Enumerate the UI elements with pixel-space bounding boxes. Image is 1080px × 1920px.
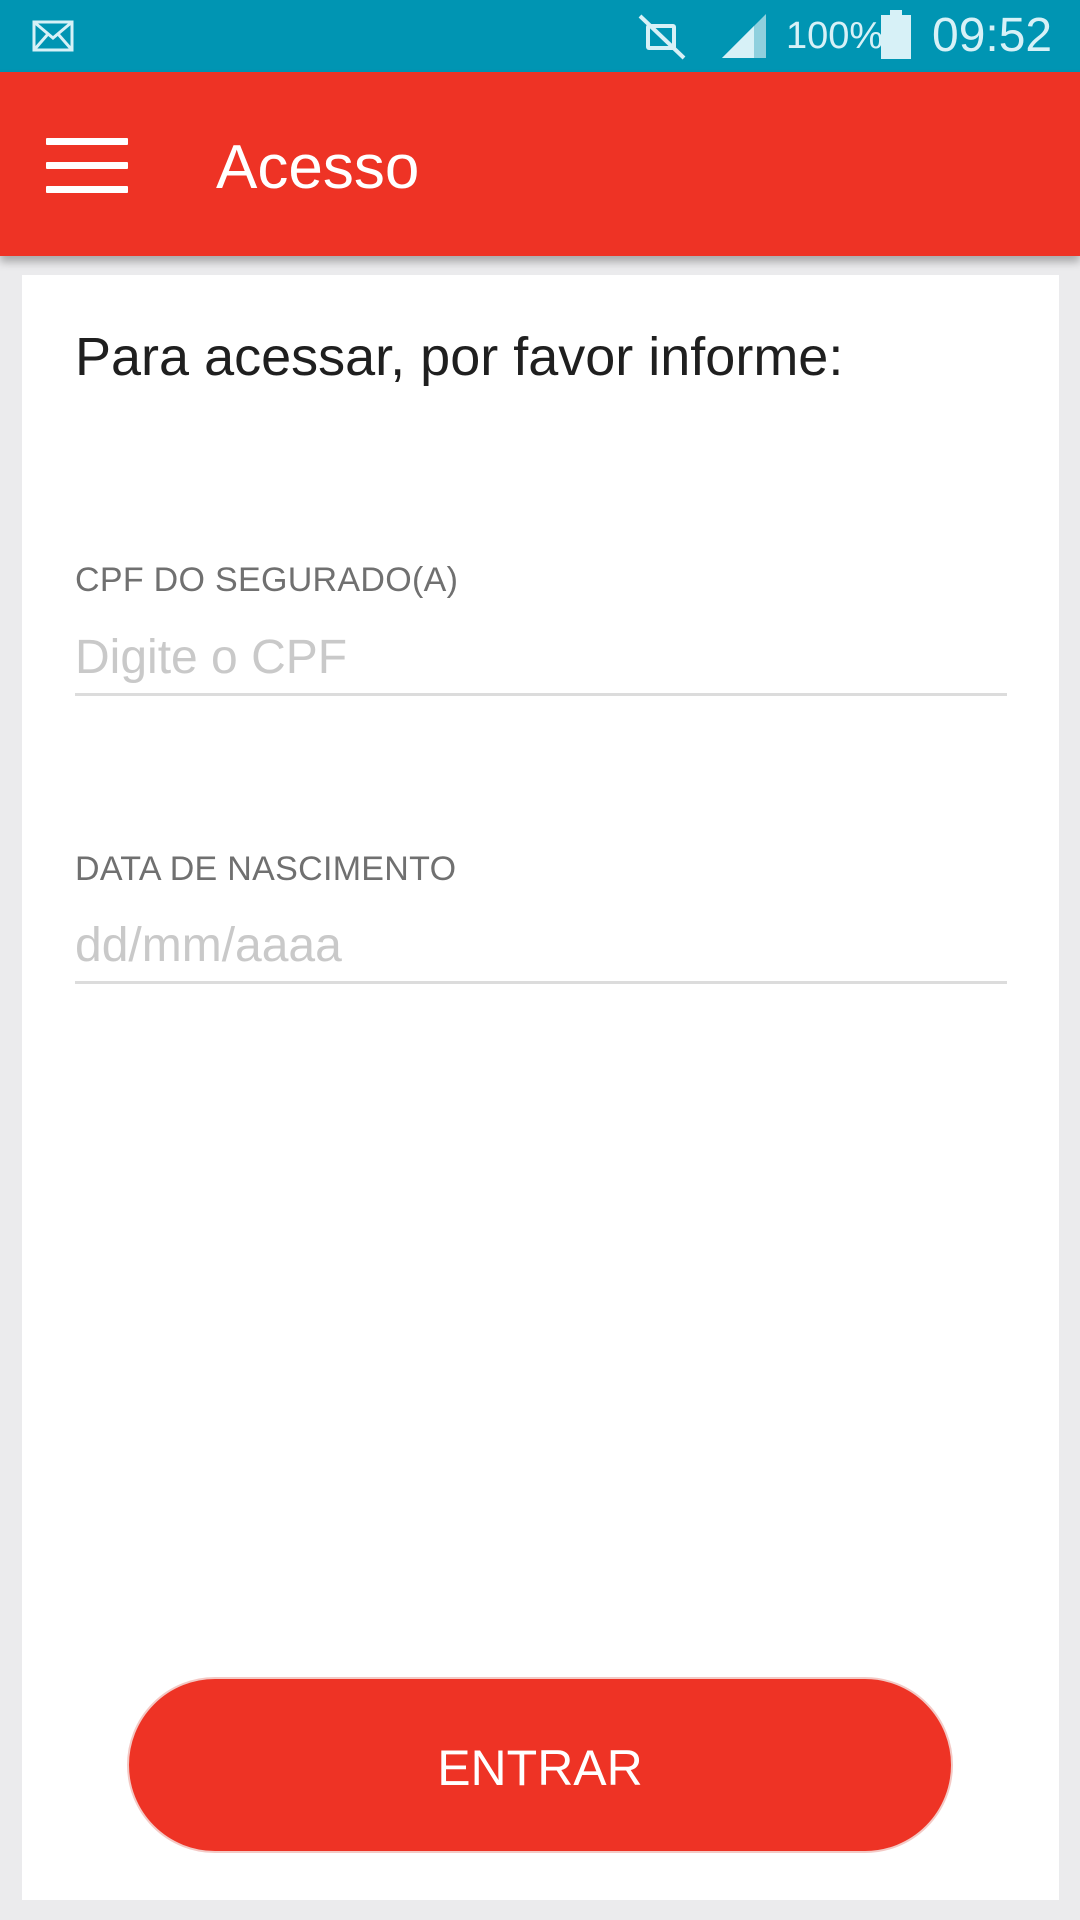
birth-date-input[interactable] xyxy=(75,909,1007,984)
menu-icon[interactable] xyxy=(46,138,128,194)
mail-icon xyxy=(32,20,74,52)
battery-icon xyxy=(881,10,911,59)
cpf-input[interactable] xyxy=(75,621,1007,696)
page-title: Acesso xyxy=(216,133,420,202)
birth-date-label: DATA DE NASCIMENTO xyxy=(75,850,457,888)
enter-button[interactable]: ENTRAR xyxy=(127,1677,953,1853)
clock: 09:52 xyxy=(932,9,1053,62)
signal-icon xyxy=(722,14,766,58)
cpf-label: CPF DO SEGURADO(A) xyxy=(75,561,459,599)
app-bar: Acesso xyxy=(0,72,1080,256)
status-bar: 100% 09:52 xyxy=(0,0,1080,72)
battery-percent: 100% xyxy=(786,15,884,57)
login-card: Para acessar, por favor informe: CPF DO … xyxy=(22,275,1059,1900)
intro-text: Para acessar, por favor informe: xyxy=(75,327,844,387)
mute-icon xyxy=(638,14,686,60)
